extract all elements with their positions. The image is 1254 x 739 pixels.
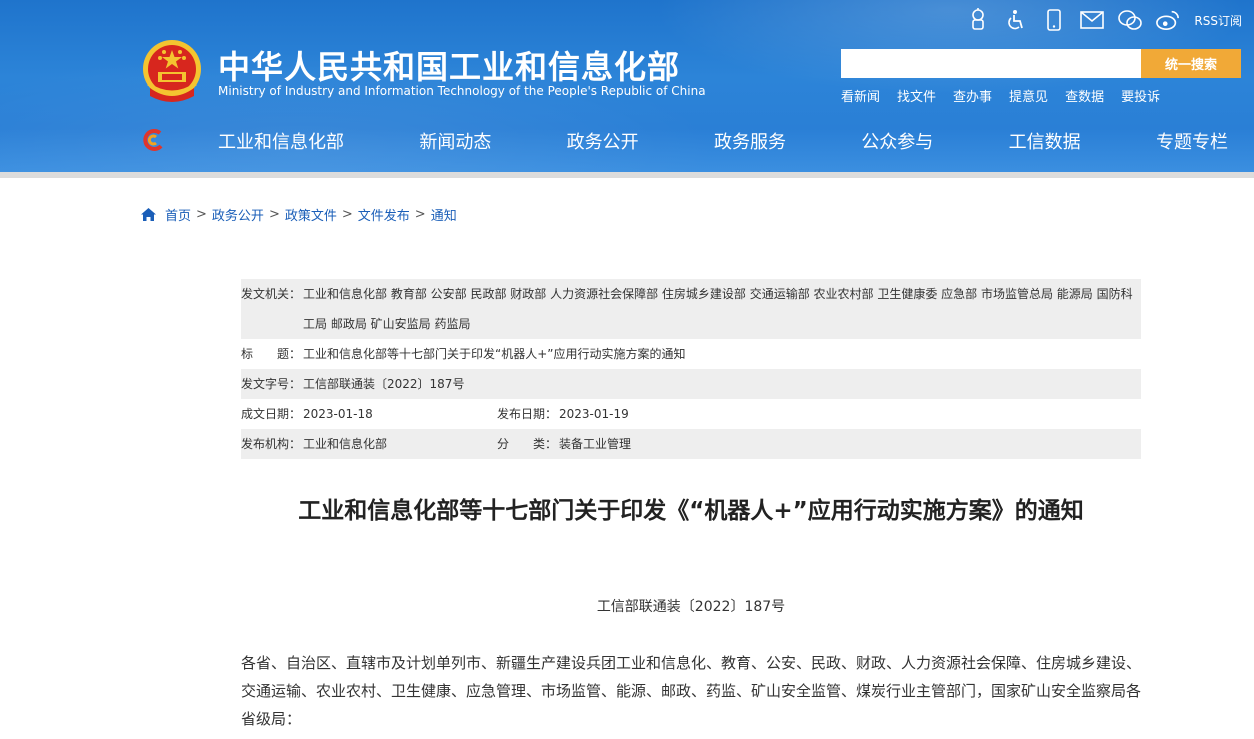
meta-label: 发文机关：	[241, 287, 302, 301]
mail-icon[interactable]	[1080, 8, 1105, 32]
meta-value: 工业和信息化部等十七部门关于印发“机器人+”应用行动实施方案的通知	[303, 347, 686, 361]
home-icon[interactable]	[140, 207, 157, 222]
meta-value: 工业和信息化部 教育部 公安部 民政部 财政部 人力资源社会保障部 住房城乡建设…	[303, 279, 1133, 339]
quick-link-complaint[interactable]: 要投诉	[1121, 86, 1160, 105]
mobile-icon[interactable]	[1042, 8, 1066, 32]
search-button[interactable]: 统一搜索	[1141, 49, 1241, 78]
breadcrumb-policy-documents[interactable]: 政策文件	[285, 205, 337, 224]
search-input[interactable]	[841, 49, 1141, 78]
quick-link-files[interactable]: 找文件	[897, 86, 936, 105]
nav-item-services[interactable]: 政务服务	[714, 128, 786, 154]
breadcrumb: 首页 > 政务公开 > 政策文件 > 文件发布 > 通知	[140, 205, 457, 224]
robot-assistant-icon[interactable]	[966, 8, 990, 32]
site-title[interactable]: 中华人民共和国工业和信息化部	[218, 42, 680, 88]
meta-issuer-line2: 工局 邮政局 矿山安监局 药监局	[303, 317, 471, 331]
breadcrumb-separator: >	[196, 207, 207, 222]
meta-published-date: 发布日期： 2023-01-19	[497, 399, 753, 429]
breadcrumb-separator: >	[414, 207, 426, 222]
meta-row-title: 标 题： 工业和信息化部等十七部门关于印发“机器人+”应用行动实施方案的通知	[241, 339, 1141, 369]
breadcrumb-separator: >	[268, 207, 280, 222]
national-emblem-icon[interactable]	[140, 38, 204, 104]
meta-label: 成文日期：	[241, 407, 302, 421]
document-metadata: 发文机关： 工业和信息化部 教育部 公安部 民政部 财政部 人力资源社会保障部 …	[241, 279, 1141, 459]
quick-link-news[interactable]: 看新闻	[841, 86, 880, 105]
main-nav: 工业和信息化部 新闻动态 政务公开 政务服务 公众参与 工信数据 专题专栏	[218, 128, 1228, 154]
meta-label: 发文字号：	[241, 377, 302, 391]
wechat-icon[interactable]	[1118, 8, 1143, 32]
weibo-icon[interactable]	[1156, 8, 1180, 32]
header-divider	[0, 172, 1254, 178]
site-header: 中华人民共和国工业和信息化部 Ministry of Industry and …	[0, 0, 1254, 172]
meta-row-issuer: 发文机关： 工业和信息化部 教育部 公安部 民政部 财政部 人力资源社会保障部 …	[241, 279, 1141, 339]
meta-label: 分 类：	[497, 437, 558, 451]
nav-item-government-affairs[interactable]: 政务公开	[567, 128, 639, 154]
meta-label: 发布机构：	[241, 437, 302, 451]
breadcrumb-government-affairs[interactable]: 政务公开	[212, 205, 264, 224]
breadcrumb-notice[interactable]: 通知	[431, 205, 457, 224]
meta-written-date: 成文日期： 2023-01-18	[241, 399, 497, 429]
quick-links: 看新闻 找文件 查办事 提意见 查数据 要投诉	[841, 86, 1160, 105]
meta-value: 2023-01-18	[303, 407, 373, 421]
nav-item-news[interactable]: 新闻动态	[419, 128, 491, 154]
meta-category: 分 类： 装备工业管理	[497, 429, 753, 459]
top-utility-bar: RSS订阅	[966, 6, 1242, 34]
meta-value: 2023-01-19	[559, 407, 629, 421]
breadcrumb-home[interactable]: 首页	[165, 205, 191, 224]
quick-link-feedback[interactable]: 提意见	[1009, 86, 1048, 105]
meta-row-dates: 成文日期： 2023-01-18 发布日期： 2023-01-19	[241, 399, 1141, 429]
nav-item-data[interactable]: 工信数据	[1009, 128, 1081, 154]
quick-link-data[interactable]: 查数据	[1065, 86, 1104, 105]
document-salutation: 各省、自治区、直辖市及计划单列市、新疆生产建设兵团工业和信息化、教育、公安、民政…	[241, 654, 1142, 728]
nav-item-participation[interactable]: 公众参与	[861, 128, 933, 154]
meta-label: 标 题：	[241, 347, 302, 361]
meta-issuer-line1: 工业和信息化部 教育部 公安部 民政部 财政部 人力资源社会保障部 住房城乡建设…	[303, 287, 1133, 301]
meta-value: 工信部联通装〔2022〕187号	[303, 377, 465, 391]
document-number: 工信部联通装〔2022〕187号	[596, 599, 786, 615]
meta-row-org: 发布机构： 工业和信息化部 分 类： 装备工业管理	[241, 429, 1141, 459]
rss-link[interactable]: RSS订阅	[1194, 12, 1242, 29]
breadcrumb-separator: >	[341, 207, 353, 222]
nav-item-topics[interactable]: 专题专栏	[1156, 128, 1228, 154]
meta-value: 工业和信息化部	[303, 437, 388, 451]
document-title: 工业和信息化部等十七部门关于印发《“机器人+”应用行动实施方案》的通知	[298, 498, 1084, 524]
meta-value: 装备工业管理	[559, 437, 632, 451]
accessibility-icon[interactable]	[1004, 8, 1028, 32]
nav-item-ministry[interactable]: 工业和信息化部	[218, 128, 344, 154]
meta-label: 发布日期：	[497, 407, 558, 421]
ministry-logo-icon[interactable]	[140, 127, 166, 153]
breadcrumb-file-release[interactable]: 文件发布	[358, 205, 410, 224]
meta-row-docno: 发文字号： 工信部联通装〔2022〕187号	[241, 369, 1141, 399]
site-subtitle: Ministry of Industry and Information Tec…	[218, 84, 706, 98]
quick-link-services[interactable]: 查办事	[953, 86, 992, 105]
meta-org: 发布机构： 工业和信息化部	[241, 429, 497, 459]
